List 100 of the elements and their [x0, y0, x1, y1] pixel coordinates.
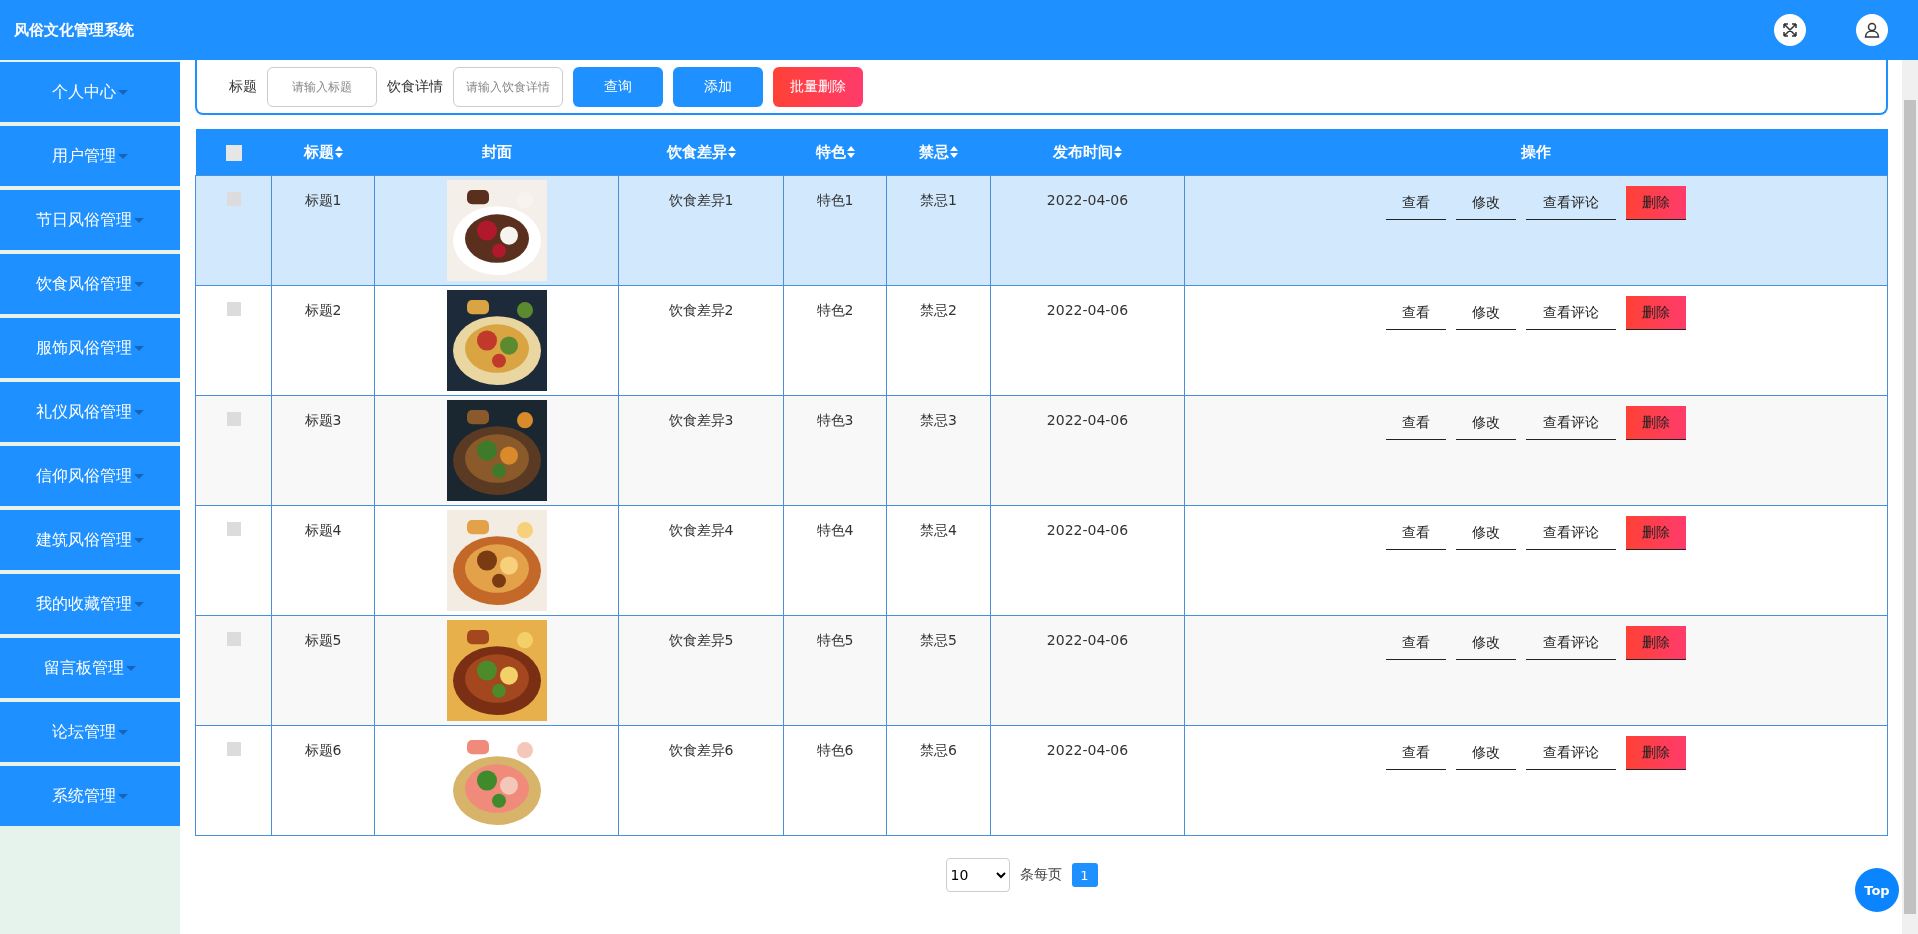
table-cell: 特色6 [816, 742, 854, 758]
table-cell: 2022-04-06 [1046, 742, 1129, 758]
table-cell: 禁忌1 [920, 192, 957, 208]
table-cell: 特色5 [816, 632, 854, 648]
caret-icon [118, 793, 128, 799]
table-cell: 禁忌4 [920, 522, 957, 538]
table-cell: 饮食差异2 [668, 302, 734, 318]
column-header[interactable]: 特色 [815, 142, 846, 162]
caret-icon [134, 217, 144, 223]
table-cell: 2022-04-06 [1046, 302, 1129, 318]
table-cell: 标题3 [304, 412, 342, 428]
table-cell: 禁忌2 [920, 302, 957, 318]
column-header: 封面 [481, 142, 512, 161]
column-header: 操作 [1521, 142, 1551, 161]
caret-icon [134, 409, 144, 415]
delete-button[interactable]: 删除 [1626, 626, 1686, 660]
caret-icon [134, 601, 144, 607]
action-link[interactable]: 修改 [1456, 406, 1516, 440]
batch-delete-button[interactable]: 批量删除 [773, 66, 863, 107]
sort-icon[interactable] [1114, 146, 1122, 158]
row-checkbox[interactable] [226, 192, 241, 206]
select-all-checkbox[interactable] [225, 144, 242, 161]
table-cell: 饮食差异1 [668, 192, 734, 208]
page-size-select[interactable]: 10 [945, 858, 1010, 892]
caret-icon [134, 345, 144, 351]
table-cell: 2022-04-06 [1046, 192, 1129, 208]
delete-button[interactable]: 删除 [1626, 516, 1686, 550]
sidebar-item[interactable]: 饮食风俗管理 [0, 254, 180, 314]
action-button[interactable]: 查询 [573, 66, 663, 107]
delete-button[interactable]: 删除 [1626, 296, 1686, 330]
sidebar-item[interactable]: 系统管理 [0, 766, 180, 826]
sidebar-item[interactable]: 我的收藏管理 [0, 574, 180, 634]
search-field[interactable]: 请输入标题 [267, 66, 377, 107]
caret-icon [118, 89, 128, 95]
table-cell: 标题5 [304, 632, 342, 648]
column-header[interactable]: 标题 [303, 142, 334, 162]
action-link[interactable]: 修改 [1456, 736, 1516, 770]
sidebar-item[interactable]: 个人中心 [0, 62, 180, 122]
fullscreen-icon[interactable] [1774, 14, 1806, 46]
column-header[interactable]: 禁忌 [919, 142, 949, 162]
table-cell: 标题6 [304, 742, 342, 758]
table-cell: 2022-04-06 [1046, 522, 1129, 538]
sidebar-item[interactable]: 信仰风俗管理 [0, 446, 180, 506]
sort-icon[interactable] [950, 146, 958, 158]
sidebar-item[interactable]: 用户管理 [0, 126, 180, 186]
sidebar-item[interactable]: 论坛管理 [0, 702, 180, 762]
sort-icon[interactable] [846, 146, 855, 158]
user-icon[interactable] [1856, 14, 1888, 46]
delete-button[interactable]: 删除 [1626, 406, 1686, 440]
delete-button[interactable]: 删除 [1626, 736, 1686, 770]
sidebar-item[interactable]: 礼仪风俗管理 [0, 382, 180, 442]
back-to-top-button[interactable]: Top [1855, 868, 1899, 912]
search-field[interactable]: 请输入饮食详情 [453, 66, 563, 107]
table-cell: 饮食差异5 [668, 632, 734, 648]
action-link[interactable]: 查看评论 [1526, 626, 1616, 660]
table-cell: 标题1 [304, 192, 342, 208]
action-link[interactable]: 查看 [1386, 516, 1446, 550]
scrollbar[interactable] [1902, 60, 1918, 934]
caret-icon [118, 153, 128, 159]
row-checkbox[interactable] [226, 742, 241, 756]
row-checkbox[interactable] [226, 412, 241, 426]
sort-icon[interactable] [334, 146, 343, 158]
table-cell: 2022-04-06 [1046, 632, 1129, 648]
sidebar-item[interactable]: 节日风俗管理 [0, 190, 180, 250]
sidebar-item[interactable]: 服饰风俗管理 [0, 318, 180, 378]
action-link[interactable]: 查看 [1386, 186, 1446, 220]
column-header[interactable]: 发布时间 [1053, 142, 1113, 162]
sidebar-item[interactable]: 留言板管理 [0, 638, 180, 698]
action-link[interactable]: 修改 [1456, 626, 1516, 660]
action-link[interactable]: 查看 [1386, 736, 1446, 770]
per-page-label: 条每页 [1019, 866, 1062, 884]
sort-icon[interactable] [727, 146, 736, 158]
table-cell: 饮食差异4 [668, 522, 734, 538]
action-link[interactable]: 查看 [1386, 626, 1446, 660]
caret-icon [134, 473, 144, 479]
sidebar-item[interactable]: 建筑风俗管理 [0, 510, 180, 570]
field-label: 标题 [229, 77, 257, 96]
action-link[interactable]: 修改 [1456, 296, 1516, 330]
action-link[interactable]: 查看 [1386, 406, 1446, 440]
action-link[interactable]: 查看 [1386, 296, 1446, 330]
action-link[interactable]: 查看评论 [1526, 736, 1616, 770]
page-button[interactable]: 1 [1071, 863, 1098, 887]
caret-icon [134, 281, 144, 287]
row-checkbox[interactable] [226, 632, 241, 646]
table-cell: 禁忌3 [920, 412, 957, 428]
table-cell: 特色3 [816, 412, 854, 428]
action-link[interactable]: 修改 [1456, 516, 1516, 550]
action-link[interactable]: 查看评论 [1526, 296, 1616, 330]
delete-button[interactable]: 删除 [1626, 186, 1686, 220]
action-link[interactable]: 查看评论 [1526, 406, 1616, 440]
action-link[interactable]: 查看评论 [1526, 516, 1616, 550]
app-title: 风俗文化管理系统 [14, 20, 135, 40]
column-header[interactable]: 饮食差异 [666, 142, 727, 162]
table-cell: 特色1 [816, 192, 854, 208]
action-button[interactable]: 添加 [673, 66, 763, 107]
action-link[interactable]: 查看评论 [1526, 186, 1616, 220]
row-checkbox[interactable] [226, 522, 241, 536]
row-checkbox[interactable] [226, 302, 241, 316]
action-link[interactable]: 修改 [1456, 186, 1516, 220]
table-cell: 标题2 [304, 302, 342, 318]
